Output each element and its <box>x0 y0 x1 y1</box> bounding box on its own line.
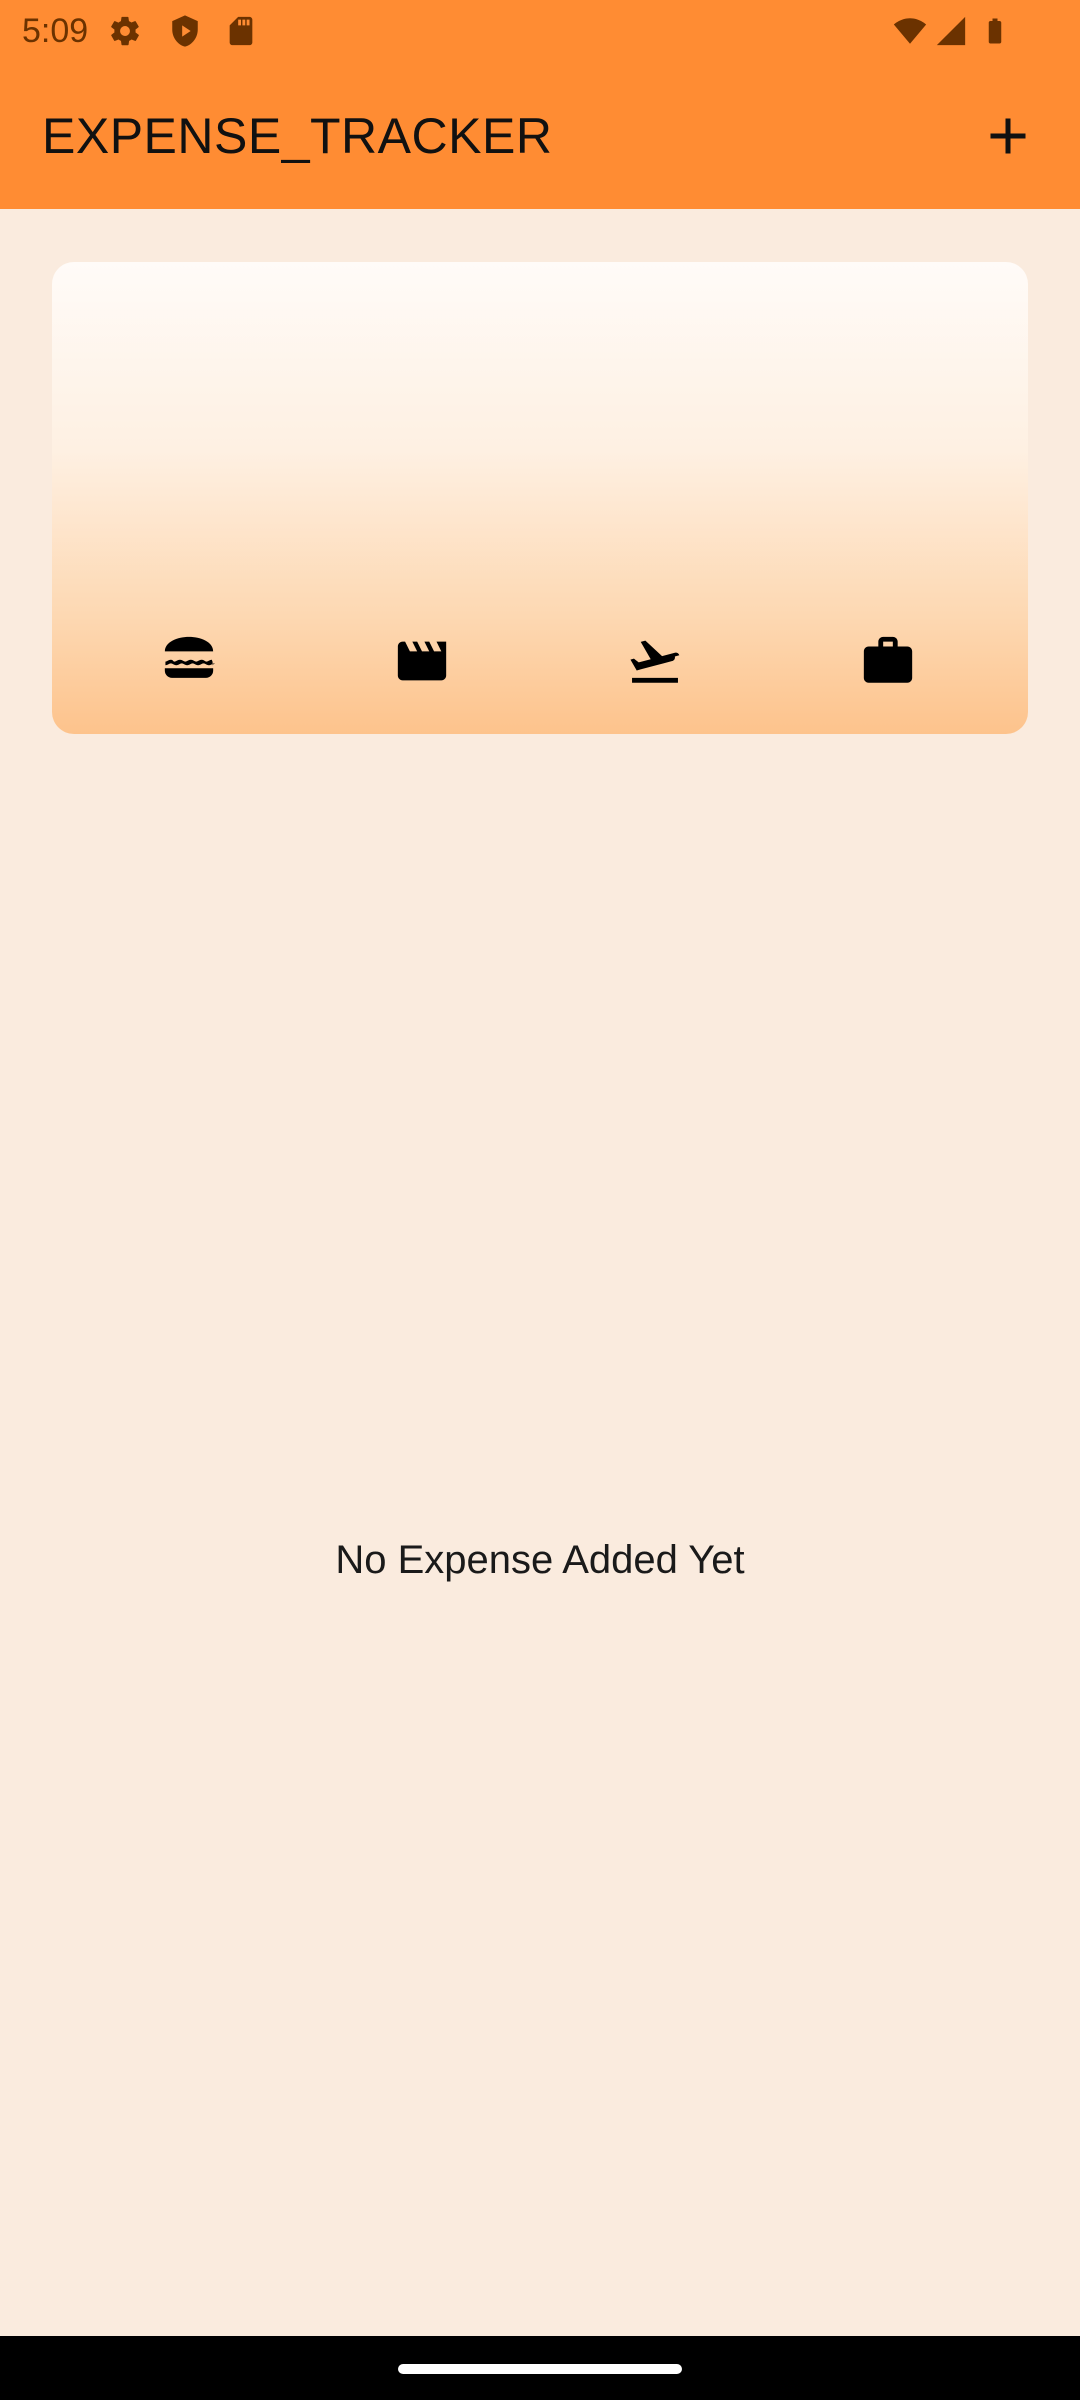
food-burger-icon <box>160 632 218 690</box>
battery-icon <box>980 14 1010 48</box>
status-bar: 5:09 <box>0 0 1080 62</box>
sd-card-icon <box>224 14 258 48</box>
movie-clapper-icon <box>393 632 451 690</box>
empty-state-message: No Expense Added Yet <box>335 1538 745 1582</box>
app-title: EXPENSE_TRACKER <box>42 108 553 164</box>
expense-chart-card <box>52 262 1028 734</box>
home-indicator[interactable] <box>398 2364 682 2374</box>
shield-play-icon <box>168 14 202 48</box>
app-bar: EXPENSE_TRACKER <box>0 62 1080 209</box>
status-time: 5:09 <box>22 12 89 50</box>
cellular-signal-icon <box>934 14 968 48</box>
wifi-icon <box>890 14 930 48</box>
work-briefcase-icon <box>859 632 917 690</box>
system-navigation-bar <box>0 2336 1080 2400</box>
plus-icon <box>978 106 1038 166</box>
gear-icon <box>108 14 142 48</box>
flight-takeoff-icon <box>626 632 684 690</box>
add-expense-button[interactable] <box>978 106 1038 166</box>
